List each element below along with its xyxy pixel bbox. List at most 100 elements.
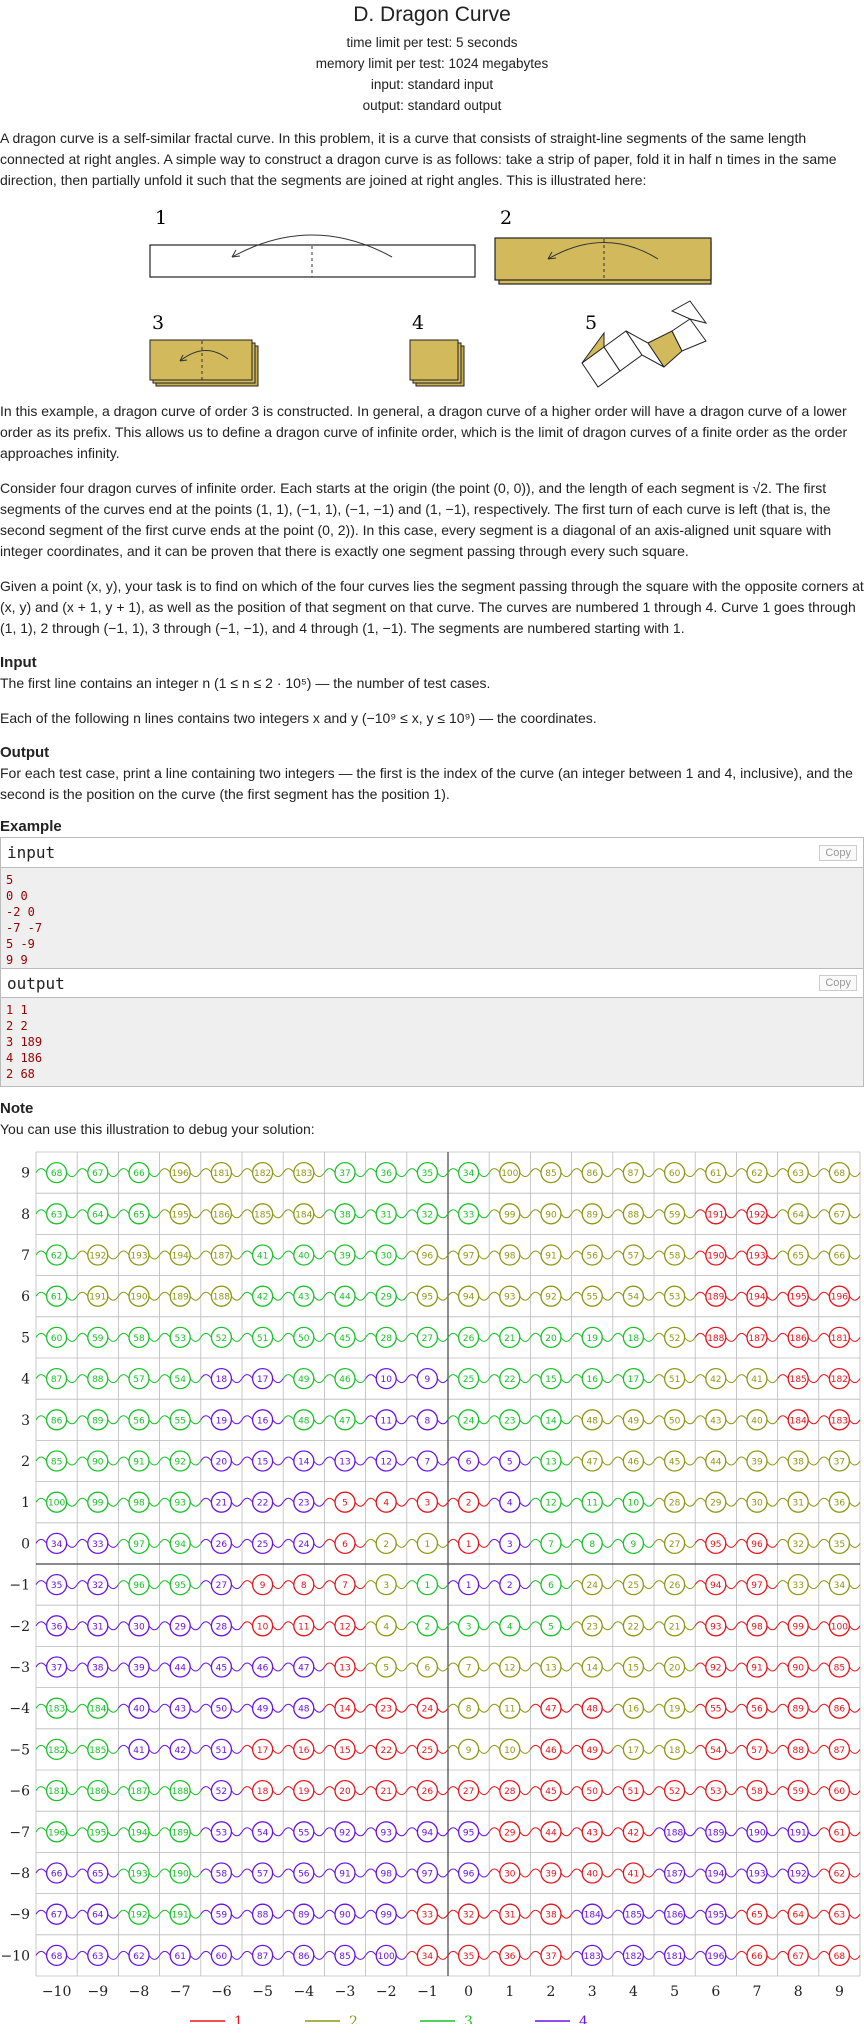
- curve-arc: [529, 1332, 542, 1338]
- cell-index: 97: [751, 1581, 762, 1591]
- curve-arc: [66, 1543, 78, 1548]
- cell-index: 66: [133, 1169, 145, 1179]
- cell-index: 2: [466, 1499, 472, 1509]
- cell-index: 187: [748, 1334, 765, 1344]
- example-output-content[interactable]: 1 1 2 2 3 189 4 186 2 68: [1, 998, 863, 1086]
- curve-arc: [777, 1744, 789, 1750]
- curve-arc: [35, 1827, 48, 1833]
- x-tick-label: 7: [753, 1984, 762, 2000]
- curve-arc: [200, 1909, 212, 1915]
- curve-arc: [694, 1415, 707, 1421]
- cell-index: 5: [507, 1458, 513, 1468]
- cell-index: 92: [545, 1293, 556, 1303]
- cell-index: 47: [586, 1458, 597, 1468]
- curve-arc: [189, 1790, 202, 1796]
- curve-arc: [642, 1625, 655, 1631]
- curve-arc: [354, 1378, 367, 1384]
- cell-index: 60: [216, 1952, 228, 1962]
- x-tick-label: 1: [505, 1984, 514, 2000]
- cell-index: 20: [339, 1787, 351, 1797]
- curve-arc: [323, 1744, 336, 1750]
- curve-arc: [436, 1378, 449, 1384]
- copy-output-button[interactable]: Copy: [819, 975, 857, 991]
- cell-index: 89: [792, 1705, 804, 1715]
- cell-index: 5: [342, 1499, 348, 1509]
- output-paragraph: For each test case, print a line contain…: [0, 765, 853, 802]
- curve-arc: [272, 1295, 284, 1301]
- curve-arc: [66, 1501, 78, 1507]
- x-tick-label: 2: [547, 1984, 556, 2000]
- curve-arc: [653, 1786, 666, 1791]
- curve-arc: [230, 1460, 243, 1466]
- curve-arc: [560, 1749, 573, 1754]
- curve-arc: [848, 1955, 861, 1960]
- curve-arc: [395, 1419, 408, 1425]
- cell-index: 38: [792, 1458, 804, 1468]
- curve-arc: [323, 1662, 336, 1668]
- cell-index: 95: [463, 1828, 474, 1838]
- curve-arc: [725, 1831, 737, 1837]
- curve-arc: [66, 1749, 78, 1754]
- curve-arc: [694, 1909, 707, 1915]
- cell-index: 86: [586, 1169, 598, 1179]
- curve-arc: [653, 1703, 666, 1709]
- curve-arc: [818, 1786, 830, 1791]
- curve-arc: [241, 1415, 254, 1421]
- cell-index: 87: [628, 1169, 639, 1179]
- cell-index: 23: [380, 1705, 391, 1715]
- cell-index: 49: [628, 1416, 640, 1426]
- curve-arc: [478, 1955, 490, 1960]
- curve-arc: [117, 1909, 130, 1915]
- example-input-content[interactable]: 5 0 0 -2 0 -7 -7 5 -9 9 9: [1, 868, 863, 968]
- cell-index: 194: [130, 1828, 147, 1838]
- cell-index: 7: [466, 1664, 472, 1674]
- curve-arc: [200, 1703, 212, 1709]
- x-tick-label: 6: [711, 1984, 720, 2000]
- curve-arc: [436, 1584, 449, 1590]
- curve-arc: [323, 1580, 336, 1585]
- x-tick-label: 3: [588, 1984, 597, 2000]
- curve-arc: [735, 1703, 748, 1709]
- curve-arc: [807, 1872, 820, 1878]
- curve-arc: [818, 1538, 830, 1544]
- curve-arc: [560, 1625, 573, 1631]
- curve-arc: [365, 1621, 377, 1627]
- copy-input-button[interactable]: Copy: [819, 844, 857, 861]
- curve-arc: [35, 1415, 48, 1421]
- curve-arc: [447, 1950, 460, 1956]
- curve-arc: [694, 1168, 707, 1173]
- curve-arc: [571, 1291, 583, 1297]
- curve-arc: [766, 1584, 779, 1590]
- curve-arc: [35, 1250, 48, 1256]
- curve-arc: [848, 1501, 861, 1507]
- curve-arc: [488, 1209, 501, 1215]
- curve-arc: [488, 1662, 501, 1668]
- curve-arc: [560, 1666, 573, 1672]
- curve-arc: [612, 1703, 624, 1709]
- cell-index: 57: [257, 1870, 268, 1880]
- cell-index: 50: [216, 1705, 228, 1715]
- curve-arc: [365, 1744, 377, 1750]
- curve-arc: [148, 1666, 161, 1672]
- cell-index: 22: [628, 1622, 639, 1632]
- curve-arc: [313, 1625, 325, 1631]
- cell-index: 36: [834, 1499, 846, 1509]
- curve-arc: [725, 1254, 737, 1260]
- curve-arc: [488, 1786, 501, 1791]
- curve-arc: [323, 1209, 336, 1215]
- curve-arc: [406, 1497, 418, 1503]
- curve-arc: [282, 1332, 295, 1338]
- cell-index: 22: [504, 1375, 515, 1385]
- curve-arc: [313, 1337, 325, 1342]
- curve-arc: [529, 1250, 542, 1256]
- curve-arc: [612, 1291, 624, 1297]
- curve-arc: [241, 1744, 254, 1750]
- curve-arc: [601, 1213, 614, 1219]
- curve-arc: [354, 1254, 367, 1260]
- curve-arc: [560, 1419, 573, 1425]
- curve-arc: [406, 1250, 418, 1256]
- cell-index: 15: [628, 1664, 639, 1674]
- cell-index: 91: [545, 1252, 556, 1262]
- curve-arc: [282, 1538, 295, 1544]
- curve-arc: [272, 1337, 284, 1342]
